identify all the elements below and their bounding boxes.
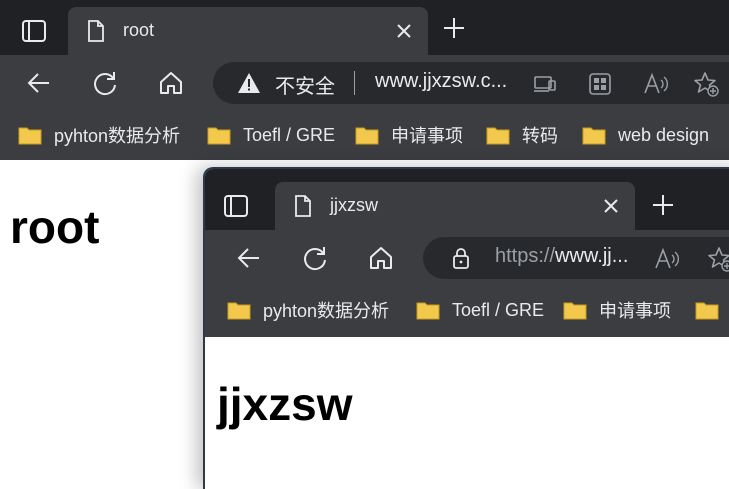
bookmark-label: Toefl / GRE	[452, 299, 545, 320]
bookmark-folder[interactable]: Toefl / GRE	[207, 122, 335, 148]
favorite-add-icon[interactable]	[707, 246, 729, 272]
page-heading: jjxzsw	[217, 378, 353, 430]
app-available-icon[interactable]	[532, 71, 558, 97]
favorites-bar: pyhton数据分析 Toefl / GRE 申请事项 转码 web desig…	[0, 110, 729, 160]
bookmark-label: 申请事项	[391, 126, 463, 146]
bookmark-label: Toefl / GRE	[243, 124, 336, 145]
bookmark-label: pyhton数据分析	[263, 301, 390, 321]
tab-strip: jjxzsw	[205, 169, 729, 230]
bookmark-folder[interactable]: 转码	[486, 122, 558, 148]
bookmark-label: web design	[618, 124, 710, 145]
qr-code-icon[interactable]	[587, 71, 613, 97]
bookmark-folder[interactable]: pyhton数据分析	[227, 297, 389, 323]
bookmark-folder[interactable]: web design	[582, 122, 709, 148]
tab-strip: root	[0, 0, 729, 55]
folder-icon	[582, 127, 606, 145]
bookmark-folder[interactable]: 申请事项	[563, 297, 671, 323]
refresh-icon[interactable]	[301, 244, 329, 272]
url-text[interactable]: https://www.jj...	[495, 245, 628, 268]
lock-icon[interactable]	[449, 247, 473, 269]
read-aloud-icon[interactable]	[653, 246, 679, 272]
back-icon[interactable]	[25, 69, 53, 97]
home-icon[interactable]	[157, 69, 185, 97]
folder-icon	[207, 127, 231, 145]
address-bar[interactable]: 不安全 www.jjxzsw.c...	[213, 62, 729, 104]
bookmark-folder[interactable]	[695, 297, 729, 323]
tab-root[interactable]: root	[68, 7, 428, 55]
favorite-add-icon[interactable]	[693, 71, 719, 97]
bookmark-folder[interactable]: pyhton数据分析	[18, 122, 180, 148]
read-aloud-icon[interactable]	[642, 71, 668, 97]
warning-icon[interactable]	[237, 72, 261, 94]
security-status[interactable]: 不安全	[275, 70, 335, 99]
close-tab-icon[interactable]	[394, 21, 414, 41]
refresh-icon[interactable]	[91, 69, 119, 97]
folder-icon	[563, 302, 587, 320]
tab-actions-icon[interactable]	[17, 14, 51, 48]
address-bar[interactable]: https://www.jj...	[423, 237, 729, 279]
folder-icon	[416, 302, 440, 320]
browser-window-front: jjxzsw https://www.jj... pyhton数据分析 Toef…	[203, 167, 729, 489]
page-icon	[295, 195, 311, 217]
bookmark-label: pyhton数据分析	[54, 126, 181, 146]
navigation-toolbar: https://www.jj...	[205, 230, 729, 285]
bookmark-folder[interactable]: 申请事项	[355, 122, 463, 148]
tab-title: root	[123, 20, 155, 40]
new-tab-icon[interactable]	[442, 16, 466, 40]
folder-icon	[227, 302, 251, 320]
tab-title: jjxzsw	[330, 195, 378, 215]
divider	[354, 71, 355, 95]
folder-icon	[18, 127, 42, 145]
favorites-bar: pyhton数据分析 Toefl / GRE 申请事项	[205, 285, 729, 337]
bookmark-label: 申请事项	[599, 301, 671, 321]
navigation-toolbar: 不安全 www.jjxzsw.c...	[0, 55, 729, 110]
url-text[interactable]: www.jjxzsw.c...	[375, 70, 507, 93]
folder-icon	[695, 302, 719, 320]
bookmark-folder[interactable]: Toefl / GRE	[416, 297, 544, 323]
tab-jjxzsw[interactable]: jjxzsw	[275, 182, 635, 230]
folder-icon	[355, 127, 379, 145]
page-icon	[88, 20, 104, 42]
tab-actions-icon[interactable]	[219, 189, 253, 223]
home-icon[interactable]	[367, 244, 395, 272]
new-tab-icon[interactable]	[651, 193, 675, 217]
bookmark-label: 转码	[522, 126, 558, 146]
back-icon[interactable]	[235, 244, 263, 272]
page-heading: root	[10, 201, 100, 253]
close-tab-icon[interactable]	[601, 196, 621, 216]
page-content: jjxzsw	[205, 337, 729, 489]
folder-icon	[486, 127, 510, 145]
